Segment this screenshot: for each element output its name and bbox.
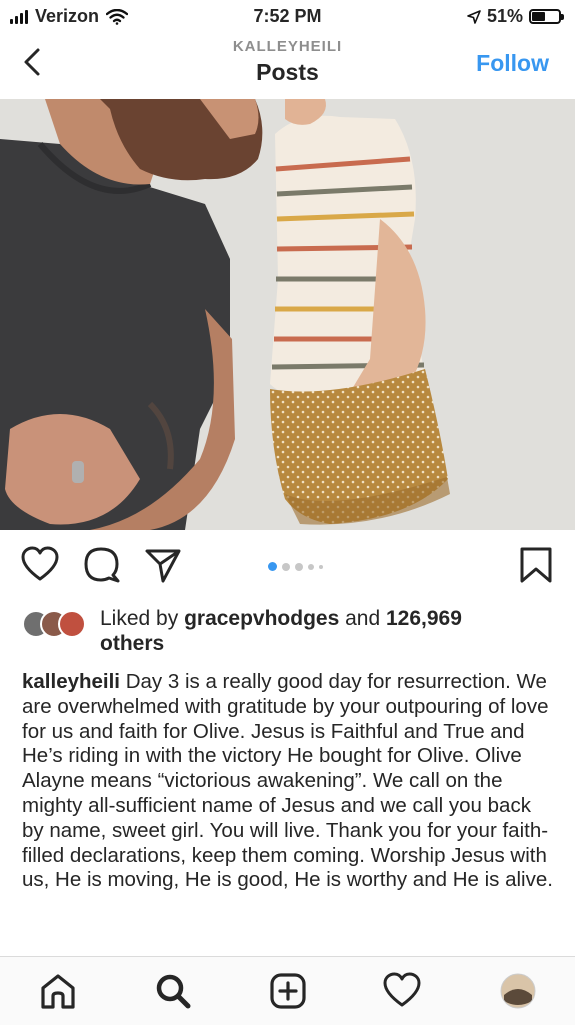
- location-arrow-icon: [467, 9, 481, 24]
- profile-avatar[interactable]: [498, 971, 538, 1011]
- post-caption: kalleyheili Day 3 is a really good day f…: [22, 670, 556, 893]
- liker-username[interactable]: gracepvhodges: [184, 607, 339, 630]
- nav-header: KALLEYHEILI Posts Follow: [0, 34, 575, 98]
- battery-icon: [529, 9, 564, 24]
- heart-icon[interactable]: [382, 971, 422, 1011]
- liker-avatars: [22, 610, 92, 638]
- likes-count[interactable]: 126,969: [386, 607, 462, 630]
- likes-others[interactable]: others: [100, 632, 164, 656]
- caption-username[interactable]: kalleyheili: [22, 670, 120, 693]
- follow-button[interactable]: Follow: [476, 50, 549, 77]
- status-bar: Verizon 7:52 PM 51%: [0, 0, 575, 34]
- search-icon[interactable]: [153, 971, 193, 1011]
- carousel-dot: [308, 563, 314, 570]
- likes-text: Liked by gracepvhodges and 126,969: [100, 606, 462, 631]
- home-icon[interactable]: [38, 971, 78, 1011]
- post-image[interactable]: [0, 99, 575, 530]
- likes-middle: and: [339, 607, 386, 630]
- post-photo-illustration: [0, 99, 575, 530]
- likes-prefix: Liked by: [100, 607, 185, 630]
- carousel-indicator: [268, 562, 323, 571]
- bookmark-icon[interactable]: [516, 545, 556, 585]
- comment-bubble-icon[interactable]: [82, 545, 122, 585]
- battery-percent: 51%: [486, 6, 523, 26]
- plus-square-icon[interactable]: [268, 971, 308, 1011]
- carousel-dot: [268, 562, 277, 571]
- battery-group: 51%: [467, 6, 564, 27]
- avatar: [58, 610, 86, 638]
- caption-text: Day 3 is a really good day for resurrect…: [22, 670, 553, 892]
- post-actions: [0, 545, 575, 590]
- carousel-dot: [282, 562, 290, 571]
- carousel-dot: [319, 564, 323, 569]
- heart-icon[interactable]: [20, 545, 60, 585]
- carousel-dot: [295, 562, 303, 571]
- paper-plane-icon[interactable]: [143, 545, 183, 585]
- bottom-tab-bar: [0, 956, 575, 1025]
